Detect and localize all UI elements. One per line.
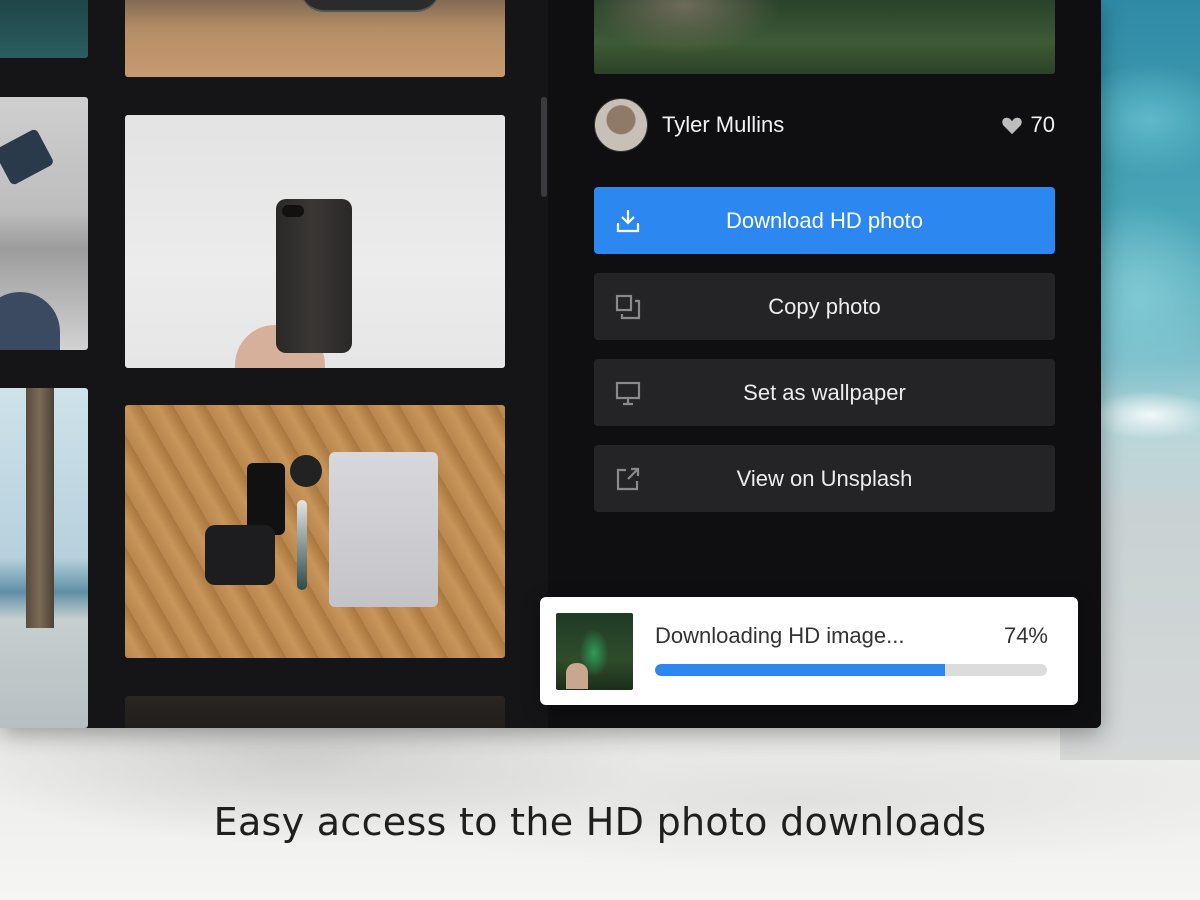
- set-wallpaper-button[interactable]: Set as wallpaper: [594, 359, 1055, 426]
- download-hd-button[interactable]: Download HD photo: [594, 187, 1055, 254]
- set-wallpaper-label: Set as wallpaper: [743, 379, 906, 405]
- grid-scrollbar[interactable]: [541, 97, 547, 197]
- selected-photo-preview[interactable]: [594, 0, 1055, 74]
- copy-icon: [615, 294, 641, 320]
- download-hd-label: Download HD photo: [726, 207, 923, 233]
- photo-grid: [0, 0, 548, 728]
- laptop-shape: [329, 452, 438, 607]
- monitor-icon: [615, 381, 641, 406]
- author-name[interactable]: Tyler Mullins: [662, 112, 784, 138]
- download-progress-toast: Downloading HD image... 74%: [540, 597, 1078, 705]
- copy-photo-label: Copy photo: [768, 293, 881, 319]
- photo-thumbnail[interactable]: [125, 115, 505, 368]
- copy-photo-button[interactable]: Copy photo: [594, 273, 1055, 340]
- knife-shape: [297, 500, 307, 590]
- photo-thumbnail[interactable]: [0, 388, 88, 728]
- lens-cap-shape: [290, 455, 322, 487]
- download-percent: 74%: [1003, 623, 1048, 648]
- download-status-text: Downloading HD image...: [655, 623, 905, 648]
- phone-shape: [0, 128, 55, 186]
- iphone-shape: [276, 199, 352, 353]
- likes-count: 70: [1030, 112, 1055, 137]
- photo-thumbnail[interactable]: [0, 0, 88, 58]
- download-progress-bar: [655, 664, 1047, 676]
- heart-icon: [1001, 117, 1022, 135]
- external-link-icon: [616, 467, 640, 491]
- camera-lens-shape: [300, 0, 440, 10]
- author-avatar[interactable]: [594, 98, 648, 152]
- pier-post-shape: [26, 388, 54, 628]
- likes-counter[interactable]: 70: [1001, 112, 1055, 138]
- photo-thumbnail[interactable]: [125, 0, 505, 77]
- download-icon: [616, 210, 640, 233]
- download-progress-fill: [655, 664, 946, 676]
- download-thumbnail: [556, 613, 633, 690]
- marketing-caption: Easy access to the HD photo downloads: [213, 800, 987, 844]
- camera-shape: [205, 525, 275, 585]
- photo-thumbnail[interactable]: [125, 405, 505, 658]
- photo-thumbnail[interactable]: [0, 97, 88, 350]
- view-on-unsplash-label: View on Unsplash: [736, 465, 913, 491]
- view-on-unsplash-button[interactable]: View on Unsplash: [594, 445, 1055, 512]
- hand-shape: [566, 663, 588, 689]
- camera-bump-shape: [282, 205, 304, 217]
- photo-thumbnail[interactable]: [125, 696, 505, 728]
- sleeve-shape: [0, 292, 60, 350]
